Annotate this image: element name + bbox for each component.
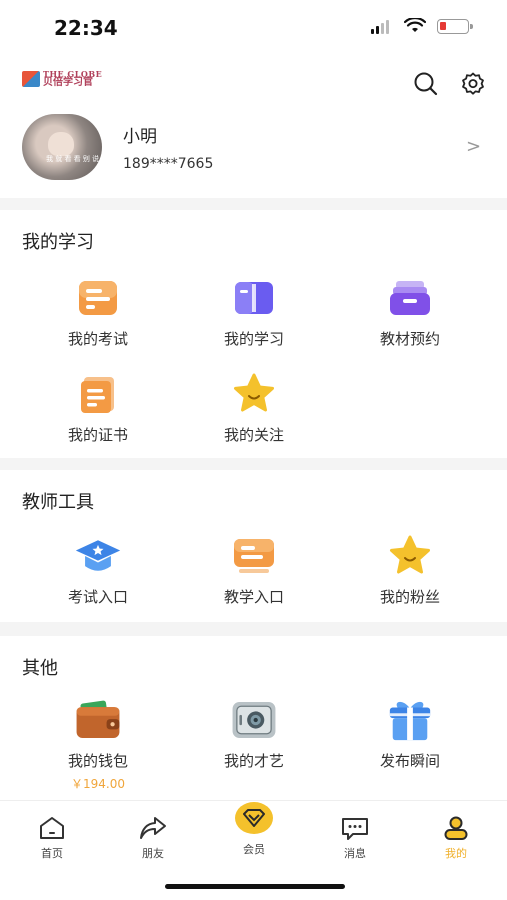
safe-icon xyxy=(230,696,278,744)
grid-item-label: 我的钱包 xyxy=(67,752,128,770)
star-icon xyxy=(386,532,434,580)
chevron-right-icon[interactable]: > xyxy=(466,136,481,157)
section-title: 其他 xyxy=(22,658,58,679)
wallet-balance: ￥194.00 xyxy=(71,777,125,791)
grid-item-my-wallet[interactable]: 我的钱包 ￥194.00 xyxy=(28,696,168,792)
message-icon xyxy=(342,818,368,840)
tab-label: 会员 xyxy=(243,843,265,856)
tab-home[interactable]: 首页 xyxy=(17,815,87,861)
grid-item-teaching-entry[interactable]: 教学入口 xyxy=(184,532,324,607)
grid-item-label: 我的粉丝 xyxy=(379,588,440,606)
grid-item-label: 发布瞬间 xyxy=(379,752,440,770)
tab-label: 我的 xyxy=(445,847,467,860)
search-button[interactable] xyxy=(412,70,440,98)
profile-icon xyxy=(444,816,468,840)
grid-item-label: 教材预约 xyxy=(379,330,440,348)
book-icon xyxy=(230,274,278,322)
profile-header: THE GLOBE 贝倍学习官 我 就 看 看 别 说 话 吧 就 喝 茶 小明… xyxy=(0,56,507,198)
grid-item-label: 我的学习 xyxy=(223,330,284,348)
grid-item-textbook-booking[interactable]: 教材预约 xyxy=(340,274,480,349)
grid-item-my-fans[interactable]: 我的粉丝 xyxy=(340,532,480,607)
grid-item-my-follow[interactable]: 我的关注 xyxy=(184,370,324,445)
grid-item-label: 考试入口 xyxy=(67,588,128,606)
wifi-icon xyxy=(404,18,426,32)
grid-item-label: 我的考试 xyxy=(67,330,128,348)
gear-icon xyxy=(462,72,484,95)
user-phone: 189****7665 xyxy=(123,156,214,172)
battery-icon xyxy=(437,19,473,34)
grid-item-label: 教学入口 xyxy=(223,588,284,606)
grid-item-label: 我的证书 xyxy=(67,426,128,444)
status-time: 22:34 xyxy=(54,16,118,40)
grid-item-label: 我的才艺 xyxy=(223,752,284,770)
other-section: 其他 我的钱包 ￥194.00 我的才艺 发布瞬间 xyxy=(0,636,507,800)
status-bar: 22:34 xyxy=(0,0,507,56)
inbox-icon xyxy=(386,274,434,322)
grid-item-exam-entry[interactable]: 考试入口 xyxy=(28,532,168,607)
grad-cap-icon xyxy=(74,532,122,580)
search-icon xyxy=(414,72,438,96)
teach-icon xyxy=(230,532,278,580)
cellular-signal-icon xyxy=(371,20,389,34)
avatar[interactable]: 我 就 看 看 别 说 话 吧 就 喝 茶 xyxy=(22,114,102,180)
tab-label: 朋友 xyxy=(142,847,164,860)
grid-item-label: 我的关注 xyxy=(223,426,284,444)
avatar-caption: 我 就 看 看 别 说 话 吧 就 喝 茶 xyxy=(46,155,102,163)
tab-label: 消息 xyxy=(344,847,366,860)
home-indicator[interactable] xyxy=(165,884,345,889)
grid-item-my-certificate[interactable]: 我的证书 xyxy=(28,370,168,445)
grid-item-my-study[interactable]: 我的学习 xyxy=(184,274,324,349)
exam-icon xyxy=(74,274,122,322)
grid-item-my-exam[interactable]: 我的考试 xyxy=(28,274,168,349)
certificate-icon xyxy=(74,370,122,418)
wallet-icon xyxy=(74,696,122,744)
star-icon xyxy=(230,370,278,418)
logo-mark-icon xyxy=(22,71,40,87)
user-name: 小明 xyxy=(123,127,157,147)
share-icon xyxy=(140,817,166,839)
grid-item-my-talent[interactable]: 我的才艺 xyxy=(184,696,324,771)
tab-friends[interactable]: 朋友 xyxy=(118,815,188,861)
section-title: 我的学习 xyxy=(22,232,94,253)
settings-button[interactable] xyxy=(459,70,487,98)
vip-icon xyxy=(235,802,273,834)
my-study-section: 我的学习 我的考试 我的学习 教材预约 我的证书 我的关注 xyxy=(0,210,507,458)
home-icon xyxy=(40,817,64,839)
tab-vip[interactable]: 会员 xyxy=(219,801,289,857)
tab-label: 首页 xyxy=(41,847,63,860)
tab-profile[interactable]: 我的 xyxy=(421,815,491,861)
logo-text-cn: 贝倍学习官 xyxy=(43,77,93,88)
tab-messages[interactable]: 消息 xyxy=(320,815,390,861)
grid-item-post-moment[interactable]: 发布瞬间 xyxy=(340,696,480,771)
gift-icon xyxy=(386,696,434,744)
app-logo: THE GLOBE 贝倍学习官 xyxy=(22,70,102,88)
teacher-tools-section: 教师工具 考试入口 教学入口 我的粉丝 xyxy=(0,470,507,622)
section-title: 教师工具 xyxy=(22,492,94,513)
